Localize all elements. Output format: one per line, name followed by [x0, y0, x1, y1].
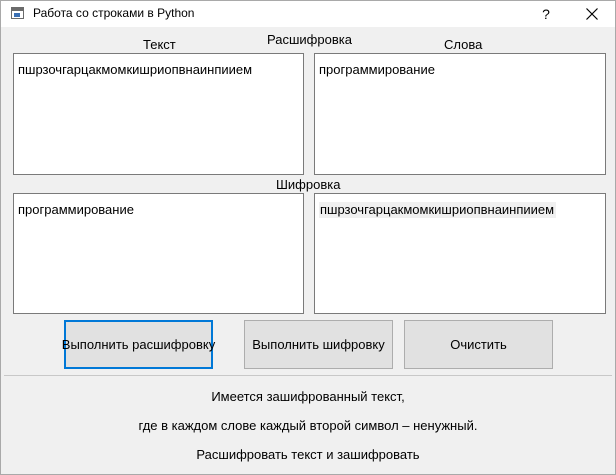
- title-bar[interactable]: Работа со строками в Python ?: [1, 1, 615, 27]
- encode-result-value: пшрзочгарцакмомкишриопвнаинпиием: [319, 202, 557, 218]
- decode-button[interactable]: Выполнить расшифровку: [62, 320, 215, 369]
- encode-result-output[interactable]: пшрзочгарцакмомкишриопвнаинпиием: [314, 193, 606, 314]
- encode-text-input[interactable]: программирование: [13, 193, 304, 314]
- close-button[interactable]: [569, 1, 615, 27]
- words-label: Слова: [444, 37, 483, 52]
- encode-button[interactable]: Выполнить шифровку: [244, 320, 393, 369]
- decode-section-heading: Расшифровка: [267, 32, 352, 47]
- decode-text-input[interactable]: пшрзочгарцакмомкишриопвнаинпиием: [13, 53, 304, 175]
- decode-words-value: программирование: [319, 62, 435, 77]
- divider: [4, 375, 612, 376]
- text-label: Текст: [143, 37, 176, 52]
- main-window: Работа со строками в Python ? Текст Расш…: [0, 0, 616, 475]
- close-icon: [586, 8, 598, 20]
- decode-text-value: пшрзочгарцакмомкишриопвнаинпиием: [18, 62, 253, 77]
- info-line-1: Имеется зашифрованный текст,: [211, 389, 405, 404]
- window-title: Работа со строками в Python: [33, 6, 195, 20]
- decode-words-output[interactable]: программирование: [314, 53, 606, 175]
- info-line-2: где в каждом слове каждый второй символ …: [138, 418, 478, 433]
- encode-text-value: программирование: [18, 202, 134, 217]
- help-button[interactable]: ?: [529, 1, 563, 27]
- encode-section-heading: Шифровка: [276, 177, 341, 192]
- clear-button[interactable]: Очистить: [404, 320, 553, 369]
- info-line-3: Расшифровать текст и зашифровать: [196, 447, 420, 462]
- app-window-icon: [11, 7, 24, 19]
